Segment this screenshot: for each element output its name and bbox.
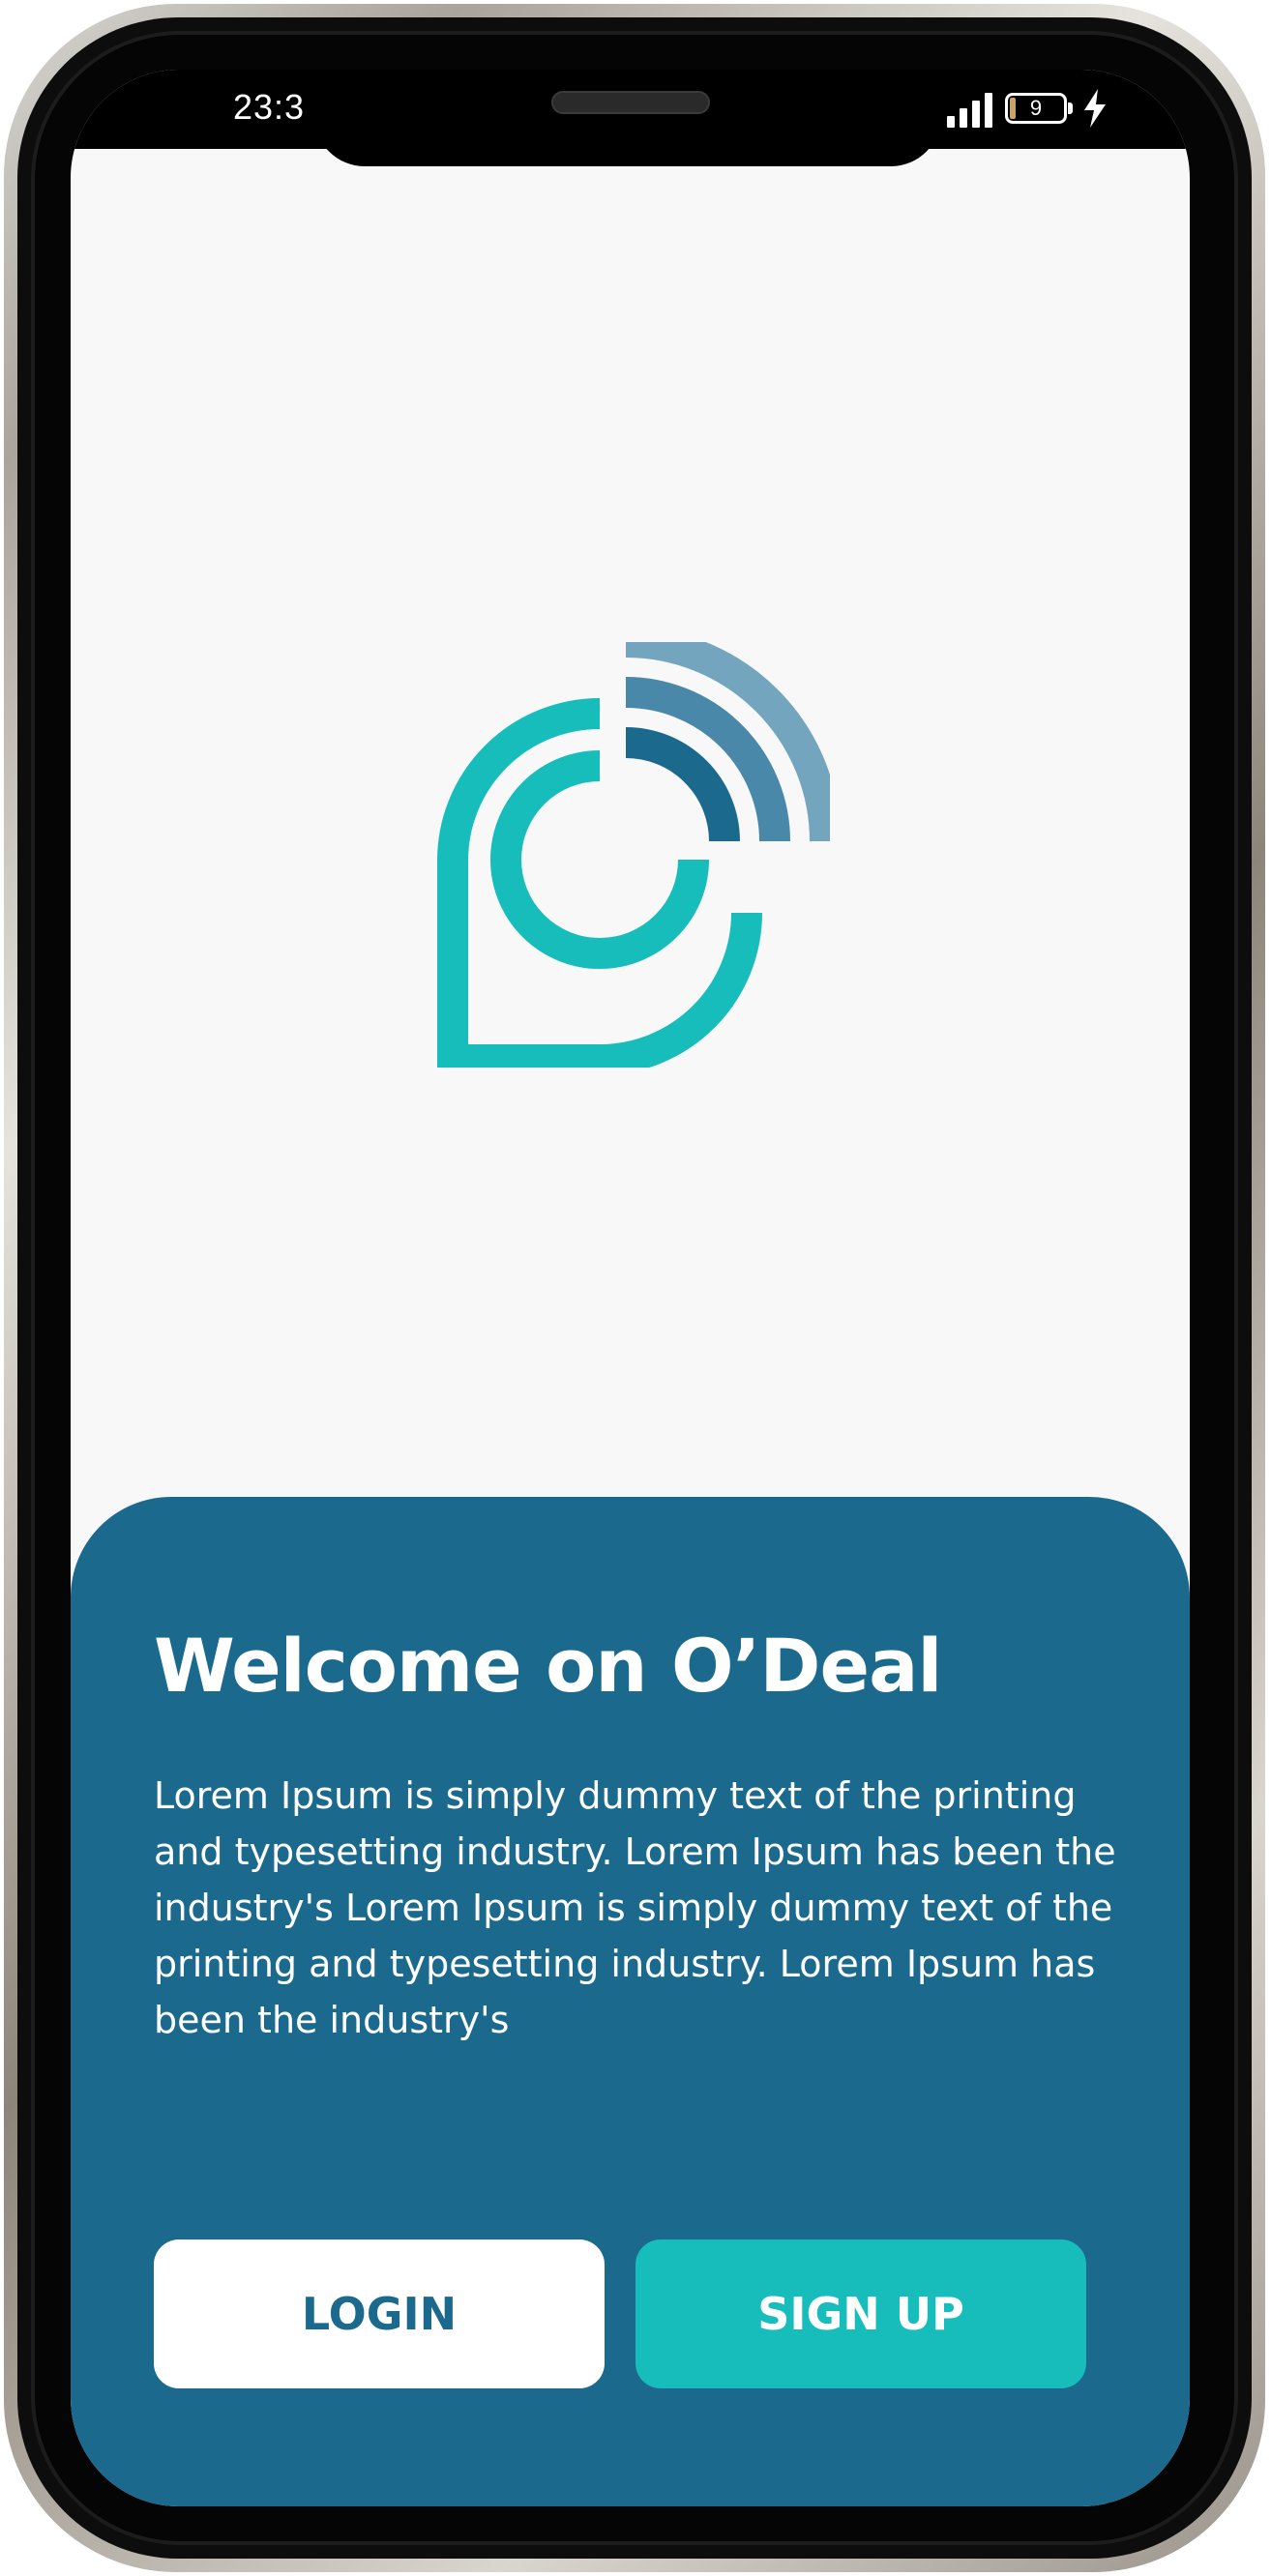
status-time: 23:3 [233,87,306,127]
login-button[interactable]: LOGIN [154,2239,605,2388]
welcome-description: Lorem Ipsum is simply dummy text of the … [154,1774,1116,2041]
welcome-title: Welcome on O’Deal [154,1623,942,1709]
signal-icon [947,93,993,128]
status-bar: 23:3 9 [71,70,1190,166]
welcome-sheet: Welcome on O’Deal Lorem Ipsum is simply … [71,1497,1190,2506]
speaker-grille [551,91,710,114]
notch [314,70,941,166]
app-screen: 23:3 9 Welcome on O’Deal Lorem Ipsum is … [71,70,1190,2506]
battery-icon: 9 [1005,93,1067,124]
battery-cap [1068,102,1073,114]
odeal-logo-icon [437,642,830,1068]
signup-button[interactable]: SIGN UP [636,2239,1086,2388]
charging-icon [1084,89,1106,128]
battery-level: 9 [1029,96,1043,120]
